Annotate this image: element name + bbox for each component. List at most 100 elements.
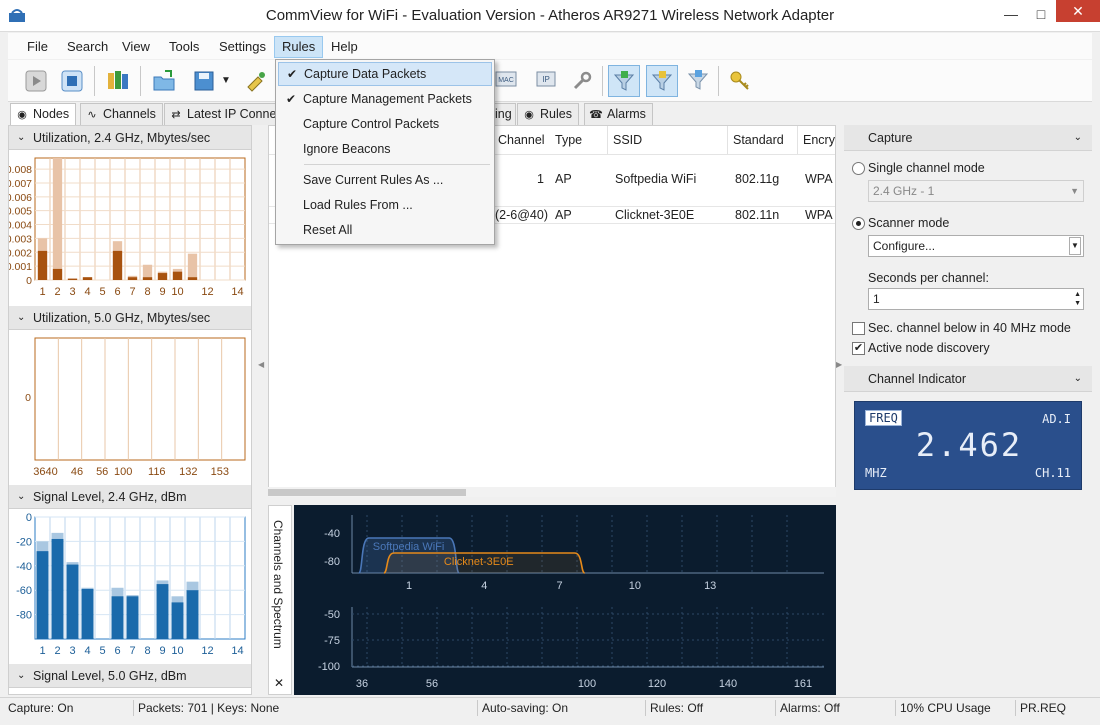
menu-tools[interactable]: Tools [162, 36, 206, 58]
statistics-pane: ⌄Utilization, 2.4 GHz, Mbytes/sec 0.008 0… [8, 125, 252, 695]
stop-icon[interactable] [56, 65, 88, 97]
sec-channel-checkbox[interactable] [852, 322, 865, 335]
menu-help[interactable]: Help [324, 36, 365, 58]
x-tick-label: 10 [171, 645, 183, 657]
channel-indicator-header[interactable]: Channel Indicator ⌄ [844, 366, 1092, 392]
tab-alarms[interactable]: ☎ Alarms [584, 103, 653, 125]
save-dropdown-icon[interactable]: ▼ [216, 65, 236, 97]
x-tick-label: 3 [69, 286, 75, 298]
y-tick-label: 0 [25, 392, 31, 404]
col-standard[interactable]: Standard [728, 126, 798, 154]
y-tick-label: -80 [16, 610, 32, 622]
y-tick-label: 0 [26, 275, 32, 287]
open-folder-icon[interactable] [148, 65, 180, 97]
menu-separator [304, 164, 490, 165]
y-tick-label: -80 [324, 556, 340, 568]
tab-channels[interactable]: ∿ Channels [80, 103, 163, 125]
menu-item-label: Capture Management Packets [303, 92, 472, 106]
menu-reset-all[interactable]: Reset All [278, 218, 492, 242]
tab-latest-ip-connections[interactable]: ⇄ Latest IP Connec [164, 103, 279, 125]
x-tick-label: 6 [114, 286, 120, 298]
collapse-icon: ⌄ [17, 670, 26, 681]
menu-capture-control[interactable]: Capture Control Packets [278, 112, 492, 136]
active-discovery-label: Active node discovery [868, 341, 990, 355]
menu-save-rules[interactable]: Save Current Rules As ... [278, 168, 492, 192]
status-autosave: Auto-saving: On [478, 700, 646, 716]
col-channel[interactable]: Channel [493, 126, 551, 154]
spectrum-chart: -40 -80 1 4 7 10 13 Softpedia WiFi Clicknet-3E0E… [318, 515, 824, 690]
indicator-title: Channel Indicator [868, 372, 966, 386]
x-tick-label: 14 [231, 645, 243, 657]
menu-item-label: Capture Data Packets [304, 67, 427, 81]
chevron-down-icon: ▼ [1070, 186, 1079, 196]
nodes-map-icon[interactable] [102, 65, 134, 97]
bar-current [172, 271, 183, 280]
close-icon[interactable]: ✕ [274, 676, 284, 690]
col-encryption[interactable]: Encry [798, 126, 835, 154]
section-util-24[interactable]: ⌄ Utilization, 2.4 GHz, Mbytes/sec [9, 126, 251, 150]
single-channel-radio[interactable] [852, 162, 865, 175]
bar-current [127, 277, 138, 280]
channel-select[interactable]: 2.4 GHz - 1 ▼ [868, 180, 1084, 202]
toolbar: ▼ MAC IP [8, 60, 1092, 102]
check-icon: ✔ [287, 67, 298, 81]
menu-load-rules[interactable]: Load Rules From ... [278, 193, 492, 217]
signal-24-chart: 0-20-40-60-80 1 2 3 4 5 6 7 8 9 10 12 14 [16, 512, 246, 657]
active-discovery-checkbox[interactable]: ✔ [852, 342, 865, 355]
section-signal-5[interactable]: ⌄ Signal Level, 5.0 GHz, dBm [9, 664, 251, 688]
x-tick-label: 9 [159, 286, 165, 298]
col-type[interactable]: Type [550, 126, 608, 154]
menu-capture-management[interactable]: ✔ Capture Management Packets [278, 87, 492, 111]
x-tick-label: 10 [629, 580, 641, 592]
tab-nodes[interactable]: ◉ Nodes [10, 103, 77, 126]
bar-current [36, 551, 49, 639]
filter-c-icon[interactable] [682, 65, 714, 97]
y-tick-label: -50 [324, 609, 340, 621]
menu-rules[interactable]: Rules [274, 36, 324, 58]
wrench-icon[interactable] [566, 65, 598, 97]
x-tick-label: 1 [39, 286, 45, 298]
y-tick-label: -20 [16, 536, 32, 548]
export-icon[interactable] [240, 65, 272, 97]
splitter-handle[interactable]: ▶ [836, 360, 842, 369]
filter-m-icon[interactable] [646, 65, 678, 97]
col-ssid[interactable]: SSID [608, 126, 728, 154]
configure-select[interactable]: Configure... ▼ [868, 235, 1084, 257]
menu-ignore-beacons[interactable]: Ignore Beacons [278, 137, 492, 161]
splitter-handle[interactable]: ◀ [258, 360, 264, 369]
cell-encryption: WPA [805, 172, 833, 186]
scanner-mode-radio[interactable] [852, 217, 865, 230]
menu-search[interactable]: Search [60, 36, 115, 58]
section-util-5[interactable]: ⌄ Utilization, 5.0 GHz, Mbytes/sec [9, 306, 251, 330]
bar-current [112, 250, 123, 280]
mhz-tag: MHZ [865, 466, 887, 480]
menu-file[interactable]: File [20, 36, 55, 58]
seconds-stepper[interactable]: 1 ▲ ▼ [868, 288, 1084, 310]
chevron-down-icon: ▼ [1069, 237, 1081, 255]
x-tick-label: 132 [179, 466, 197, 478]
section-signal-24[interactable]: ⌄ Signal Level, 2.4 GHz, dBm [9, 485, 251, 509]
filter-d-icon[interactable] [608, 65, 640, 97]
status-alarms: Alarms: Off [776, 700, 896, 716]
y-tick-label: 0.008 [9, 164, 32, 176]
menu-capture-data[interactable]: ✔ Capture Data Packets [278, 62, 492, 86]
y-tick-label: 0 [26, 512, 32, 524]
x-tick-label: 3640 [33, 466, 57, 478]
minimize-button[interactable]: — [995, 0, 1027, 30]
x-tick-label: 4 [481, 580, 487, 592]
y-tick-label: -75 [324, 635, 340, 647]
freq-tag: FREQ [865, 410, 902, 426]
menu-settings[interactable]: Settings [212, 36, 273, 58]
tab-rules[interactable]: ◉ Rules [517, 103, 579, 125]
maximize-button[interactable]: □ [1025, 0, 1057, 30]
scrollbar-thumb[interactable] [268, 489, 466, 496]
menu-view[interactable]: View [115, 36, 157, 58]
keys-icon[interactable] [724, 65, 756, 97]
play-icon[interactable] [20, 65, 52, 97]
tab-logging[interactable]: ing [492, 103, 516, 125]
sec-channel-label: Sec. channel below in 40 MHz mode [868, 321, 1071, 335]
close-button[interactable]: ✕ [1056, 0, 1100, 22]
capture-header[interactable]: Capture ⌄ [844, 125, 1092, 151]
util-5-chart: 0 3640 46 56 100 116 132 153 [25, 337, 246, 478]
ip-icon[interactable]: IP [530, 65, 562, 97]
